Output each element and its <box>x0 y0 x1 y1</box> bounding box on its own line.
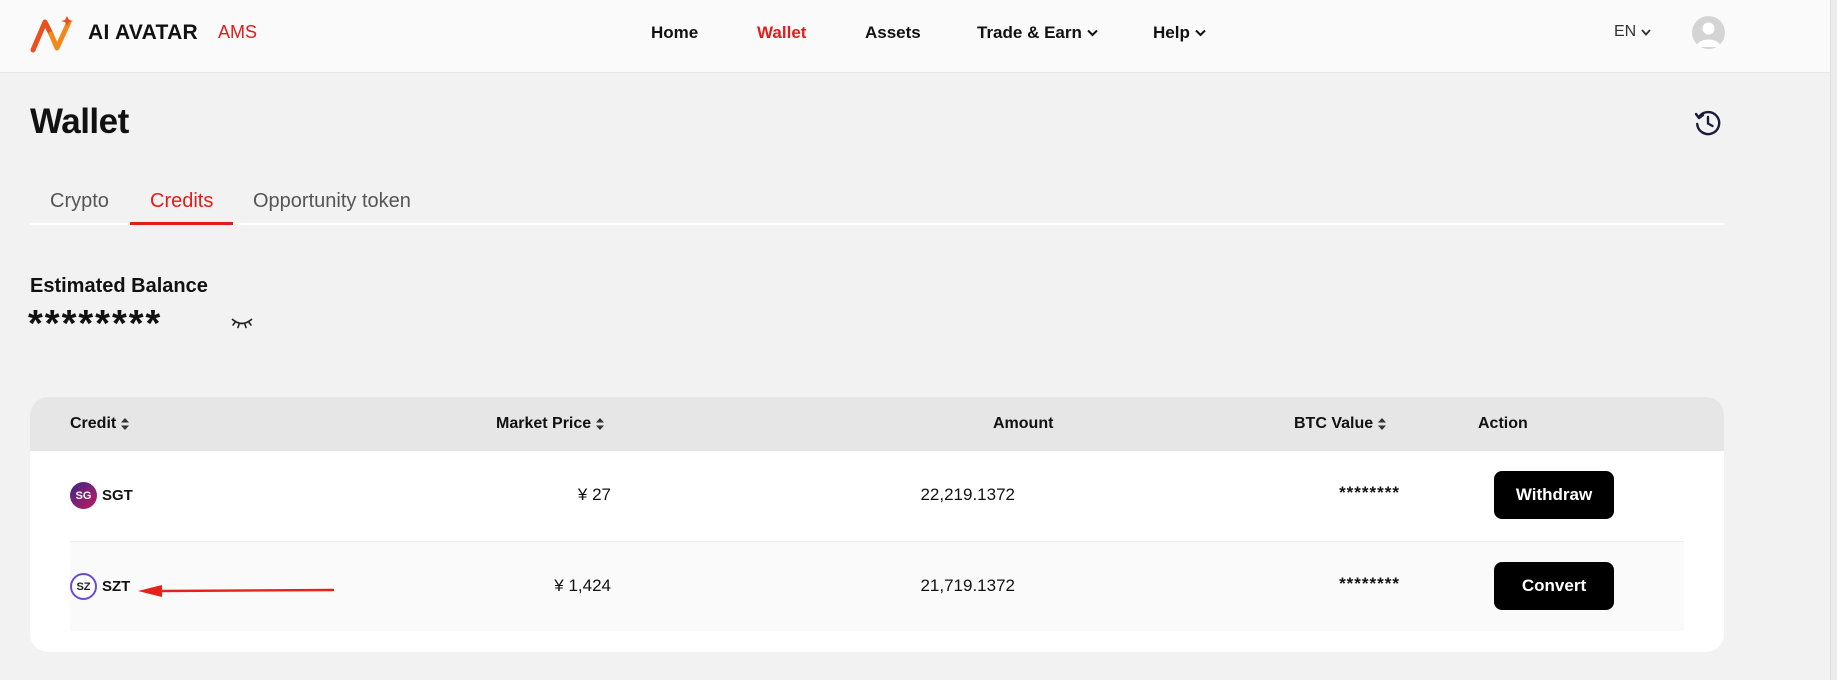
eye-closed-icon[interactable] <box>230 314 254 330</box>
nav-trade-earn[interactable]: Trade & Earn <box>977 23 1098 43</box>
column-btc-value-label: BTC Value <box>1294 415 1374 432</box>
column-action-label: Action <box>1478 415 1528 432</box>
credit-name: SGT <box>102 487 133 504</box>
table-header: Credit Market Price Amount BTC Value Act… <box>30 397 1724 451</box>
market-price: ¥ 27 <box>577 485 611 504</box>
sgt-coin-icon: SG <box>70 482 97 509</box>
sort-icon <box>121 418 130 430</box>
amount: 21,719.1372 <box>920 576 1015 595</box>
history-icon[interactable] <box>1694 109 1722 137</box>
column-amount: Amount <box>993 415 1053 433</box>
column-btc-value[interactable]: BTC Value <box>1294 415 1387 433</box>
chevron-down-icon <box>1087 29 1098 37</box>
withdraw-button[interactable]: Withdraw <box>1494 471 1614 519</box>
nav-wallet-label: Wallet <box>757 23 807 42</box>
column-action: Action <box>1478 415 1528 433</box>
page-title: Wallet <box>30 102 129 141</box>
szt-coin-icon: SZ <box>70 573 97 600</box>
tab-credits[interactable]: Credits <box>130 187 234 225</box>
sort-icon <box>596 418 605 430</box>
language-selector[interactable]: EN <box>1614 23 1651 41</box>
column-credit-label: Credit <box>70 415 117 432</box>
tab-opportunity-token[interactable]: Opportunity token <box>233 187 431 225</box>
language-label: EN <box>1614 23 1637 40</box>
chevron-down-icon <box>1641 28 1651 36</box>
nav-help-label: Help <box>1153 23 1190 42</box>
sort-icon <box>1378 418 1387 430</box>
annotation-arrow-icon <box>138 585 335 597</box>
sgt-coin-icon-text: SG <box>75 489 92 502</box>
column-market-price[interactable]: Market Price <box>496 415 605 433</box>
nav-home[interactable]: Home <box>651 23 698 43</box>
column-market-price-label: Market Price <box>496 415 592 432</box>
chevron-down-icon <box>1195 29 1206 37</box>
nav-help[interactable]: Help <box>1153 23 1206 43</box>
column-credit[interactable]: Credit <box>70 415 130 433</box>
top-header: AI AVATAR AMS Home Wallet Assets Trade &… <box>0 0 1830 73</box>
page-scrollbar[interactable] <box>1830 0 1837 680</box>
amount: 22,219.1372 <box>920 485 1015 504</box>
wallet-tabs: Crypto Credits Opportunity token <box>30 187 1724 225</box>
tab-crypto[interactable]: Crypto <box>30 187 129 225</box>
column-amount-label: Amount <box>993 415 1054 432</box>
nav-trade-earn-label: Trade & Earn <box>977 23 1082 42</box>
user-avatar-icon[interactable] <box>1692 16 1725 49</box>
estimated-balance-value: ******** <box>28 303 163 345</box>
convert-button[interactable]: Convert <box>1494 562 1614 610</box>
brand-name[interactable]: AI AVATAR <box>88 21 198 45</box>
nav-assets[interactable]: Assets <box>865 23 921 43</box>
market-price: ¥ 1,424 <box>554 576 611 595</box>
credit-name: SZT <box>102 578 131 595</box>
brand-subtitle: AMS <box>218 22 258 42</box>
credits-table: Credit Market Price Amount BTC Value Act… <box>30 397 1724 652</box>
szt-coin-icon-text: SZ <box>76 580 91 593</box>
nav-wallet[interactable]: Wallet <box>757 23 806 43</box>
btc-value: ******** <box>1339 574 1400 593</box>
estimated-balance-label: Estimated Balance <box>30 275 208 297</box>
nav-assets-label: Assets <box>865 23 921 42</box>
credit-cell: SZ SZT <box>70 573 130 600</box>
table-row: SG SGT ¥ 27 22,219.1372 ******** Withdra… <box>70 451 1684 541</box>
credit-cell: SG SGT <box>70 482 133 509</box>
btc-value: ******** <box>1339 483 1400 502</box>
brand-logo-icon[interactable] <box>29 14 73 54</box>
nav-home-label: Home <box>651 23 699 42</box>
